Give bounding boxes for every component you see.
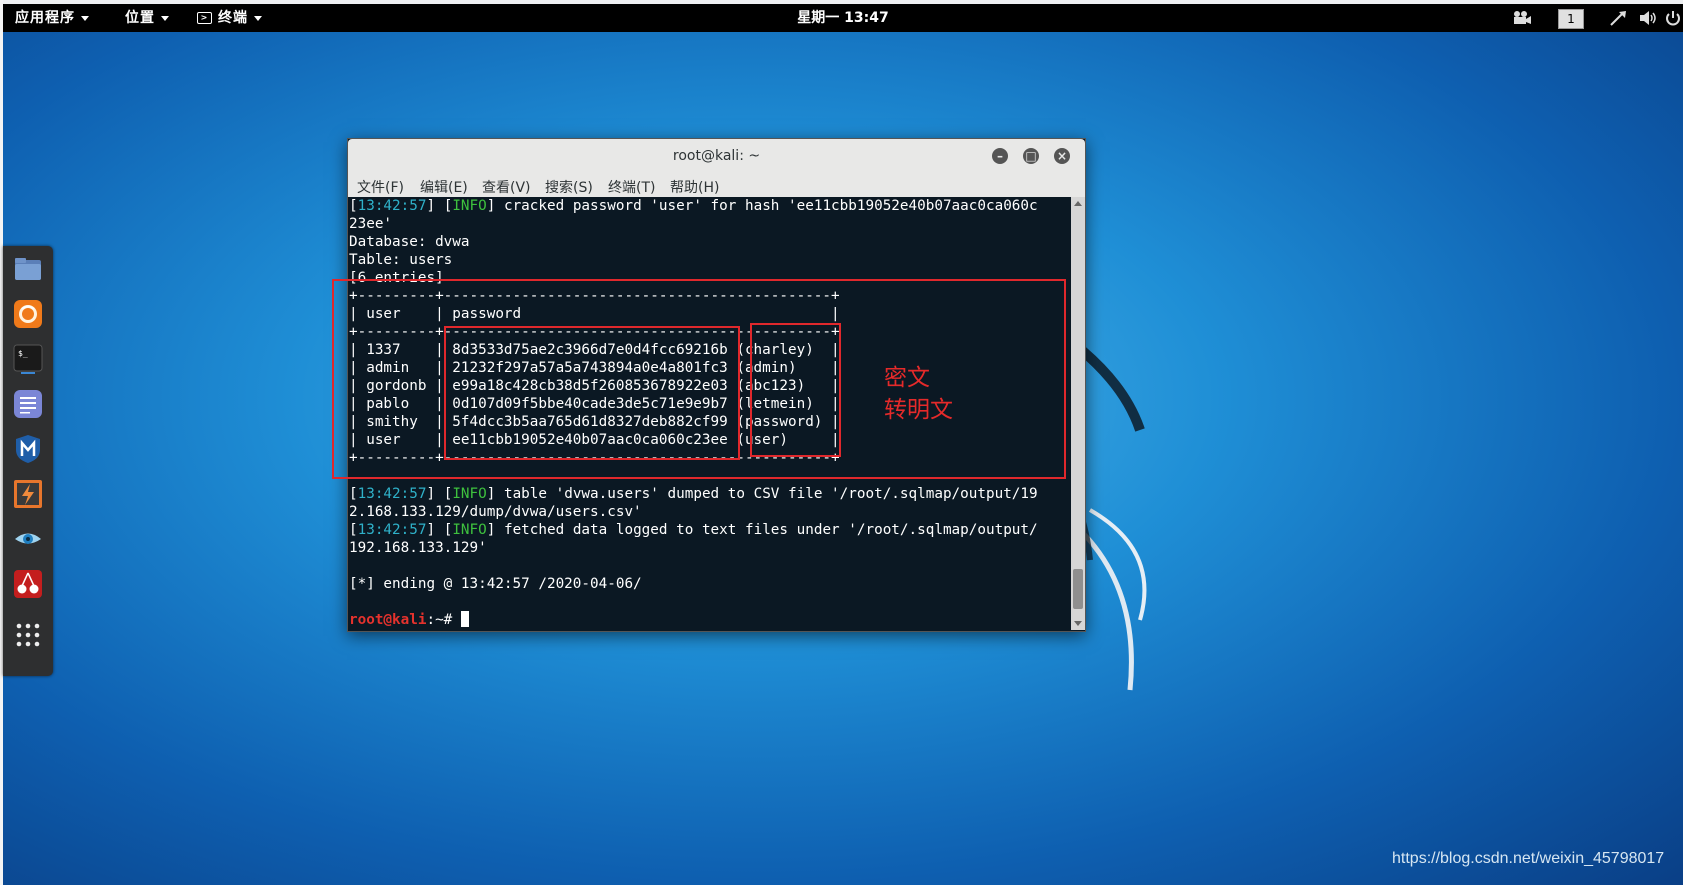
terminal-line: 192.168.133.129' bbox=[349, 539, 1069, 557]
terminal-cursor bbox=[460, 611, 469, 627]
power-icon[interactable] bbox=[1665, 10, 1681, 26]
menu-view[interactable]: 查看(V) bbox=[482, 177, 531, 197]
log-level: INFO bbox=[452, 522, 487, 538]
dock-item-eye[interactable] bbox=[13, 524, 43, 554]
clock[interactable]: 星期一 13:47 bbox=[797, 10, 888, 26]
terminal-app-label: 终端 bbox=[218, 10, 248, 26]
cherrytree-icon bbox=[14, 570, 42, 598]
terminal-line: [13:42:57] [INFO] cracked password 'user… bbox=[349, 198, 1038, 214]
line-text: [*] ending @ 13:42:57 /2020-04-06/ bbox=[349, 576, 642, 592]
line-text: 2.168.133.129/dump/dvwa/users.csv' bbox=[349, 504, 642, 520]
scrollbar-thumb[interactable] bbox=[1073, 569, 1083, 609]
annotation-line-ciphertext: 密文 bbox=[884, 365, 930, 391]
log-message: table 'dvwa.users' dumped to CSV file '/… bbox=[495, 486, 1038, 502]
watermark: https://blog.csdn.net/weixin_45798017 bbox=[1392, 850, 1665, 867]
line-text: Database: dvwa bbox=[349, 234, 470, 250]
log-timestamp: 13:42:57 bbox=[357, 486, 427, 502]
window-title: root@kali: ~ bbox=[672, 148, 761, 164]
menu-edit[interactable]: 编辑(E) bbox=[420, 177, 468, 197]
terminal-line: [13:42:57] [INFO] table 'dvwa.users' dum… bbox=[349, 486, 1038, 502]
log-message: cracked password 'user' for hash 'ee11cb… bbox=[495, 198, 1038, 214]
terminal-line: 2.168.133.129/dump/dvwa/users.csv' bbox=[349, 503, 1069, 521]
text-editor-icon bbox=[14, 390, 42, 418]
scroll-up-icon[interactable] bbox=[1074, 201, 1082, 206]
log-level: INFO bbox=[452, 198, 487, 214]
annotation-label: 密文 转明文 bbox=[884, 362, 953, 426]
terminal-menubar: 文件(F) 编辑(E) 查看(V) 搜索(S) 终端(T) 帮助(H) bbox=[348, 173, 1085, 197]
menu-file[interactable]: 文件(F) bbox=[357, 177, 404, 197]
terminal-icon: > bbox=[197, 12, 212, 24]
minimize-icon[interactable]: – bbox=[992, 148, 1008, 164]
chevron-down-icon bbox=[161, 15, 169, 21]
dock-item-app-grid[interactable] bbox=[13, 620, 43, 650]
dock-item-burpsuite[interactable] bbox=[13, 479, 43, 509]
files-icon bbox=[15, 258, 41, 280]
line-text: Table: users bbox=[349, 252, 453, 268]
dock-item-files[interactable] bbox=[13, 254, 43, 284]
terminal-line: [13:42:57] [INFO] fetched data logged to… bbox=[349, 522, 1038, 538]
terminal-line: Table: users bbox=[349, 251, 1069, 269]
log-level: INFO bbox=[452, 486, 487, 502]
chevron-down-icon bbox=[81, 15, 89, 21]
prompt-user: root@kali bbox=[349, 612, 427, 628]
log-timestamp: 13:42:57 bbox=[357, 198, 427, 214]
terminal-scrollbar[interactable] bbox=[1071, 197, 1085, 630]
terminal-titlebar[interactable]: root@kali: ~ – □ × bbox=[348, 139, 1085, 174]
places-label: 位置 bbox=[125, 10, 155, 26]
line-text: 23ee' bbox=[349, 216, 393, 232]
dock-item-cherrytree[interactable] bbox=[13, 569, 43, 599]
terminal-icon: $_ bbox=[13, 344, 43, 374]
svg-text:$_: $_ bbox=[18, 349, 28, 358]
network-icon[interactable] bbox=[1609, 10, 1627, 26]
firefox-icon bbox=[14, 300, 42, 328]
terminal-app-menu[interactable]: > 终端 bbox=[197, 4, 262, 32]
applications-label: 应用程序 bbox=[15, 10, 75, 26]
scroll-down-icon[interactable] bbox=[1074, 621, 1082, 626]
eye-icon bbox=[15, 533, 41, 544]
applications-menu[interactable]: 应用程序 bbox=[15, 4, 89, 32]
terminal-line: [*] ending @ 13:42:57 /2020-04-06/ bbox=[349, 575, 1069, 593]
annotation-line-plaintext: 转明文 bbox=[884, 397, 953, 423]
top-panel: 应用程序 位置 > 终端 星期一 13:47 1 bbox=[3, 4, 1683, 32]
app-grid-icon bbox=[16, 623, 40, 647]
dock: $_ bbox=[3, 246, 53, 676]
menu-search[interactable]: 搜索(S) bbox=[545, 177, 593, 197]
terminal-prompt: root@kali:~# bbox=[349, 611, 1069, 629]
dock-item-terminal[interactable]: $_ bbox=[13, 344, 43, 374]
terminal-line: 23ee' bbox=[349, 215, 1069, 233]
dock-item-firefox[interactable] bbox=[13, 299, 43, 329]
places-menu[interactable]: 位置 bbox=[125, 4, 169, 32]
terminal-line: Database: dvwa bbox=[349, 233, 1069, 251]
volume-icon[interactable] bbox=[1638, 10, 1658, 26]
log-message: fetched data logged to text files under … bbox=[495, 522, 1038, 538]
dock-item-metasploit[interactable] bbox=[13, 434, 43, 464]
menu-help[interactable]: 帮助(H) bbox=[670, 177, 719, 197]
metasploit-icon bbox=[16, 435, 40, 463]
annotation-plaintext-box bbox=[750, 323, 841, 457]
dock-item-text-editor[interactable] bbox=[13, 389, 43, 419]
log-timestamp: 13:42:57 bbox=[357, 522, 427, 538]
menu-terminal[interactable]: 终端(T) bbox=[608, 177, 655, 197]
close-icon[interactable]: × bbox=[1054, 148, 1070, 164]
prompt-path: :~# bbox=[426, 612, 461, 628]
workspace-indicator[interactable]: 1 bbox=[1558, 9, 1584, 29]
video-camera-icon[interactable] bbox=[1512, 10, 1532, 26]
chevron-down-icon bbox=[254, 15, 262, 21]
maximize-icon[interactable]: □ bbox=[1023, 148, 1039, 164]
line-text: 192.168.133.129' bbox=[349, 540, 487, 556]
annotation-hash-box bbox=[444, 326, 740, 460]
burpsuite-icon bbox=[14, 480, 42, 508]
